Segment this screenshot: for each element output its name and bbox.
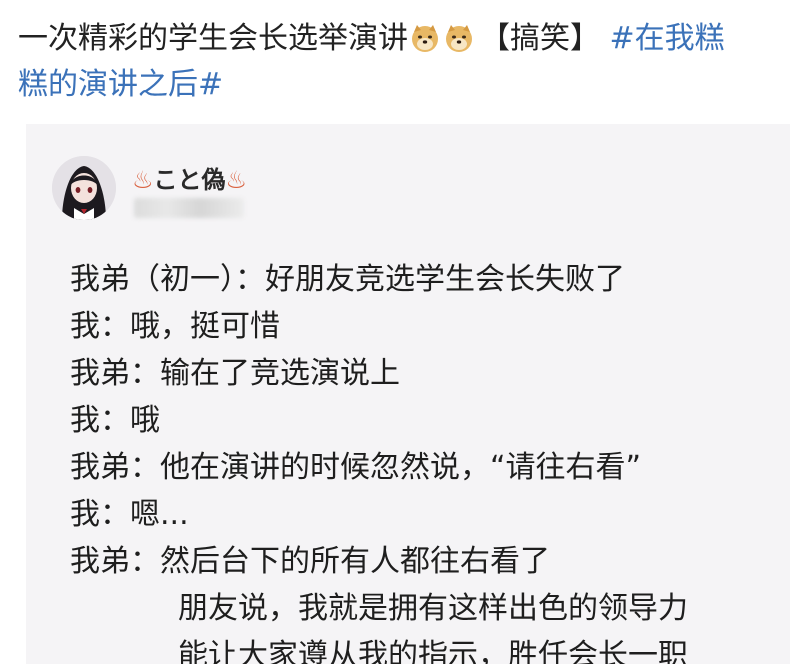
hot-springs-right-icon: ♨ [225, 166, 248, 194]
speech: 嗯... [130, 497, 189, 532]
dialog-line: 我弟： 然后台下的所有人都往右看了 [70, 538, 790, 585]
speech: 朋友说，我就是拥有这样出色的领导力 [178, 591, 688, 626]
embedded-screenshot: ♨こと偽♨ 我弟（初一）： 好朋友竞选学生会长失败了 我： 哦，挺可惜 我弟： 输在了… [26, 124, 790, 664]
hashtag-link-continued[interactable]: 糕的演讲之后# [18, 62, 790, 108]
username[interactable]: ♨こと偽♨ [132, 160, 247, 195]
post-text-line-1: 一次精彩的学生会长选举演讲 【搞笑】 #在我糕 [18, 16, 790, 62]
avatar-anime-girl-icon [52, 156, 116, 220]
speaker: 我弟： [70, 356, 160, 391]
doge-emoji-icon [446, 25, 472, 52]
post-title: 一次精彩的学生会长选举演讲 [18, 21, 408, 56]
dialog-line: 我：哦 [70, 397, 790, 444]
dialog-line: 我弟： 他在演讲的时候忽然说，“请往右看” [70, 444, 790, 491]
dialog-line: 我弟（初一）： 好朋友竞选学生会长失败了 [70, 256, 790, 303]
speaker: 我： [70, 497, 130, 532]
speaker: 我弟（初一）： [70, 262, 265, 297]
doge-emoji-icon [412, 25, 438, 52]
avatar[interactable] [52, 156, 116, 220]
dialog-line: 朋友说，我就是拥有这样出色的领导力 [70, 585, 790, 632]
dialog-line: 我： 嗯... [70, 491, 790, 538]
dialog-line: 我弟： 输在了竞选演说上 [70, 350, 790, 397]
speech: 能让大家遵从我的指示，胜任会长一职 [178, 638, 688, 664]
speaker: 我： [70, 309, 130, 344]
speaker: 我弟： [70, 544, 160, 579]
speech: 哦 [130, 403, 160, 438]
speech: 哦，挺可惜 [130, 309, 280, 344]
speech: 他在演讲的时候忽然说，“请往右看” [160, 450, 642, 485]
dialog-line: 我： 哦，挺可惜 [70, 303, 790, 350]
speech: 好朋友竞选学生会长失败了 [265, 262, 625, 297]
post-text: 一次精彩的学生会长选举演讲 【搞笑】 #在我糕 糕的演讲之后# [18, 16, 790, 108]
username-text: こと偽 [153, 166, 226, 194]
hashtag-link[interactable]: #在我糕 [610, 21, 725, 56]
dialog-text: 我弟（初一）： 好朋友竞选学生会长失败了 我： 哦，挺可惜 我弟： 输在了竞选演说上 … [70, 256, 790, 664]
speech: 然后台下的所有人都往右看了 [160, 544, 550, 579]
speaker: 我弟： [70, 450, 160, 485]
dialog-line: 能让大家遵从我的指示，胜任会长一职 [70, 632, 790, 664]
speaker: 我： [70, 403, 130, 438]
blurred-timestamp [134, 198, 244, 218]
funny-tag[interactable]: 【搞笑】 [480, 21, 600, 56]
hot-springs-left-icon: ♨ [132, 166, 154, 194]
speech: 输在了竞选演说上 [160, 356, 400, 391]
